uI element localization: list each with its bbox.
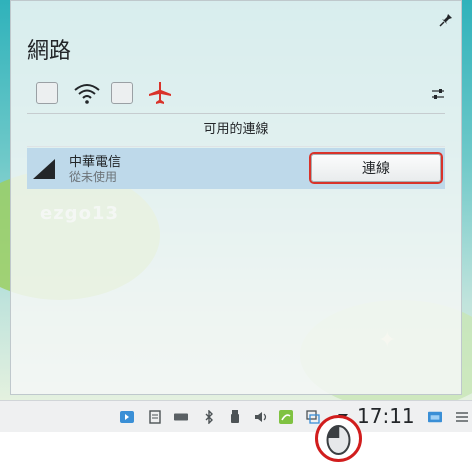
configure-icon[interactable] — [431, 87, 445, 101]
connection-item[interactable]: 中華電信 從未使用 連線 — [27, 148, 445, 189]
network-popup: 網路 可用的連線 中華電信 從未使用 連線 — [10, 0, 462, 395]
taskbar: 17:11 — [0, 400, 472, 432]
mouse-left-click-icon — [326, 425, 351, 455]
panel-menu-icon[interactable] — [455, 410, 469, 424]
bluetooth-icon[interactable] — [202, 410, 216, 424]
network-toolbar — [11, 79, 461, 111]
available-connections-header: 可用的連線 — [27, 113, 445, 147]
keyboard-icon[interactable] — [174, 410, 188, 424]
taskbar-clock[interactable]: 17:11 — [357, 404, 415, 428]
volume-icon[interactable] — [254, 410, 268, 424]
connection-status: 從未使用 — [69, 170, 118, 184]
wifi-toggle-checkbox[interactable] — [36, 82, 58, 104]
pin-icon[interactable] — [439, 13, 453, 27]
clipboard-icon[interactable] — [148, 410, 162, 424]
usb-drive-icon[interactable] — [228, 410, 242, 424]
connect-button[interactable]: 連線 — [311, 154, 441, 182]
show-desktop-icon[interactable] — [428, 410, 442, 424]
airplane-icon — [149, 82, 171, 104]
folder-app-icon[interactable] — [120, 410, 134, 424]
signal-strength-icon — [33, 159, 55, 179]
airplane-mode-checkbox[interactable] — [111, 82, 133, 104]
mouse-click-indicator — [315, 415, 362, 462]
update-notifier-icon[interactable] — [279, 410, 293, 424]
wifi-icon — [74, 84, 100, 104]
popup-title: 網路 — [27, 39, 72, 64]
